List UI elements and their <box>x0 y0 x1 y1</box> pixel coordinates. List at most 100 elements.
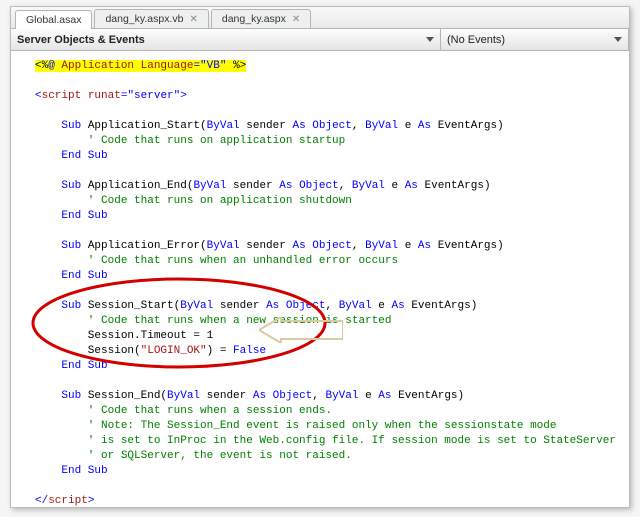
code-token: sender <box>207 390 253 402</box>
code-token: Session_Start( <box>88 300 180 312</box>
code-token: "LOGIN_OK" <box>141 345 207 357</box>
code-token: ByVal <box>193 180 233 192</box>
code-token: ) <box>497 240 504 252</box>
code-token: ByVal <box>180 300 220 312</box>
code-token: sender <box>220 300 266 312</box>
code-token: End Sub <box>35 210 108 222</box>
code-token: sender <box>246 240 292 252</box>
tab-dang-ky-aspx-vb[interactable]: dang_ky.aspx.vb ✕ <box>94 9 208 28</box>
nav-dropdown-bar: Server Objects & Events (No Events) <box>11 29 629 51</box>
code-editor[interactable]: <%@ Application Language="VB" %> <script… <box>11 51 629 507</box>
code-token: ByVal <box>207 240 247 252</box>
tab-label: Global.asax <box>26 14 81 26</box>
code-token: <% <box>35 60 48 72</box>
code-comment: ' or SQLServer, the event is not raised. <box>35 450 352 462</box>
code-token: Session_End( <box>88 390 167 402</box>
code-token: > <box>180 90 187 102</box>
code-token: EventArgs <box>411 300 470 312</box>
code-token: Sub <box>35 390 88 402</box>
code-token: Application_End( <box>88 180 194 192</box>
code-comment: ' Code that runs on application shutdown <box>35 195 352 207</box>
code-token: End Sub <box>35 465 108 477</box>
code-token: , <box>352 240 365 252</box>
code-comment: ' is set to InProc in the Web.config fil… <box>35 435 623 447</box>
code-token: "server" <box>127 90 180 102</box>
tab-dang-ky-aspx[interactable]: dang_ky.aspx ✕ <box>211 9 311 28</box>
code-token: sender <box>246 120 292 132</box>
code-token: "VB" <box>200 60 233 72</box>
code-token: As <box>292 240 312 252</box>
code-token: ) <box>471 300 478 312</box>
code-comment: ' Code that runs when an unhandled error… <box>35 255 398 267</box>
code-token: , <box>312 390 325 402</box>
code-token: EventArgs <box>398 390 457 402</box>
code-token: Session( <box>35 345 141 357</box>
code-token: , <box>339 180 352 192</box>
code-token: As <box>253 390 273 402</box>
code-token: As <box>378 390 398 402</box>
code-token: Sub <box>35 120 88 132</box>
code-token: e <box>405 120 418 132</box>
code-token: sender <box>233 180 279 192</box>
code-token: , <box>325 300 338 312</box>
code-token: </ <box>35 495 48 507</box>
code-token: %> <box>233 60 246 72</box>
code-token: ByVal <box>365 240 405 252</box>
code-token: As <box>418 240 438 252</box>
code-token: EventArgs <box>438 240 497 252</box>
code-token: As <box>405 180 425 192</box>
code-token: ) <box>484 180 491 192</box>
code-token: Language <box>141 60 194 72</box>
code-token: EventArgs <box>438 120 497 132</box>
chevron-down-icon <box>614 37 622 42</box>
code-comment: ' Note: The Session_End event is raised … <box>35 420 557 432</box>
code-token: ByVal <box>339 300 379 312</box>
code-token: End Sub <box>35 270 108 282</box>
code-token: e <box>378 300 391 312</box>
code-token: script <box>48 495 88 507</box>
code-token: Object <box>273 390 313 402</box>
code-token: Session.Timeout = 1 <box>35 330 213 342</box>
code-token: e <box>365 390 378 402</box>
tab-label: dang_ky.aspx.vb <box>105 13 183 25</box>
chevron-down-icon <box>426 37 434 42</box>
code-token: Sub <box>35 300 88 312</box>
code-token: , <box>352 120 365 132</box>
code-token: > <box>88 495 95 507</box>
code-token: Object <box>312 120 352 132</box>
code-token: Application_Start( <box>88 120 207 132</box>
tab-global-asax[interactable]: Global.asax <box>15 10 92 29</box>
code-token: Object <box>286 300 326 312</box>
code-token: As <box>418 120 438 132</box>
code-token: False <box>233 345 266 357</box>
code-token: ByVal <box>352 180 392 192</box>
dropdown-label: (No Events) <box>447 34 505 46</box>
code-token: runat <box>88 90 121 102</box>
close-icon[interactable]: ✕ <box>292 14 300 25</box>
code-token: e <box>392 180 405 192</box>
object-dropdown[interactable]: Server Objects & Events <box>11 29 441 50</box>
code-token: As <box>266 300 286 312</box>
tab-label: dang_ky.aspx <box>222 13 286 25</box>
code-token: EventArgs <box>425 180 484 192</box>
code-token: Object <box>312 240 352 252</box>
code-comment: ' Code that runs when a new session is s… <box>35 315 391 327</box>
code-token: ) <box>458 390 465 402</box>
code-token: Application_Error( <box>88 240 207 252</box>
code-token: As <box>392 300 412 312</box>
code-token: < <box>35 90 42 102</box>
code-comment: ' Code that runs on application startup <box>35 135 345 147</box>
code-token: @ <box>48 60 61 72</box>
dropdown-label: Server Objects & Events <box>17 34 145 46</box>
code-token: Sub <box>35 180 88 192</box>
code-token: Application <box>61 60 140 72</box>
code-token: As <box>279 180 299 192</box>
close-icon[interactable]: ✕ <box>189 14 197 25</box>
code-token: As <box>292 120 312 132</box>
code-token: e <box>405 240 418 252</box>
code-token: Sub <box>35 240 88 252</box>
code-token: ByVal <box>207 120 247 132</box>
event-dropdown[interactable]: (No Events) <box>441 29 629 50</box>
code-token: Object <box>299 180 339 192</box>
code-token: ByVal <box>365 120 405 132</box>
